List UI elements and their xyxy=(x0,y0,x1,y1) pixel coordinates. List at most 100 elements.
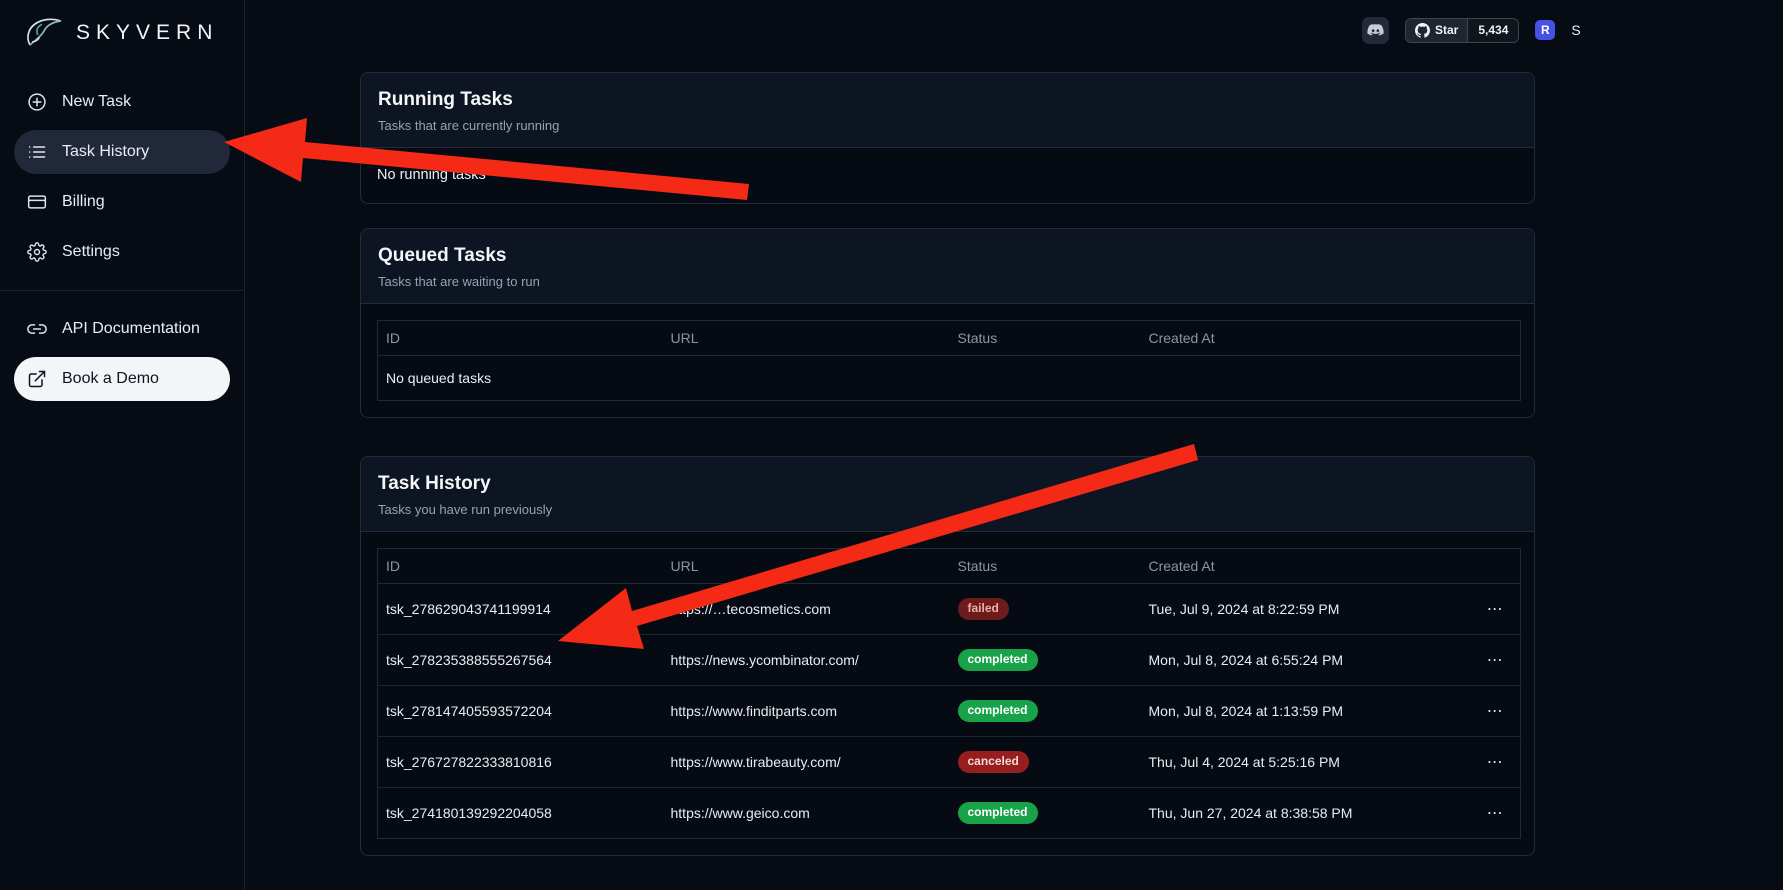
credit-card-icon xyxy=(26,191,48,213)
task-row[interactable]: tsk_278235388555267564 https://news.ycom… xyxy=(378,635,1521,686)
task-url-cell: https://www.geico.com xyxy=(663,788,950,839)
main-content: Running Tasks Tasks that are currently r… xyxy=(245,0,1783,856)
table-header-row: ID URL Status Created At xyxy=(378,321,1521,356)
sidebar-divider xyxy=(0,290,244,291)
external-link-icon xyxy=(26,368,48,390)
queued-tasks-header: Queued Tasks Tasks that are waiting to r… xyxy=(361,229,1534,304)
sidebar: SKYVERN New Task Task History Billing Se… xyxy=(0,0,245,890)
column-header-id: ID xyxy=(378,549,663,584)
sidebar-nav: New Task Task History Billing Settings xyxy=(0,80,244,401)
github-icon xyxy=(1415,23,1430,38)
task-id-cell: tsk_278147405593572204 xyxy=(378,686,663,737)
running-tasks-card: Running Tasks Tasks that are currently r… xyxy=(360,72,1535,204)
sidebar-item-label: New Task xyxy=(62,93,131,111)
queued-tasks-card: Queued Tasks Tasks that are waiting to r… xyxy=(360,228,1535,418)
status-badge: failed xyxy=(958,598,1009,620)
card-title: Task History xyxy=(378,473,1517,495)
avatar[interactable]: R xyxy=(1535,20,1555,40)
topbar: Star 5,434 R S xyxy=(1362,16,1581,44)
sidebar-item-label: Settings xyxy=(62,243,120,261)
task-created-cell: Thu, Jul 4, 2024 at 5:25:16 PM xyxy=(1141,737,1471,788)
empty-state-text: No queued tasks xyxy=(378,356,1521,401)
column-header-url: URL xyxy=(663,321,950,356)
task-created-cell: Tue, Jul 9, 2024 at 8:22:59 PM xyxy=(1141,584,1471,635)
column-header-actions xyxy=(1471,321,1521,356)
sidebar-item-api-documentation[interactable]: API Documentation xyxy=(14,307,230,351)
task-id-cell: tsk_274180139292204058 xyxy=(378,788,663,839)
row-actions-button[interactable]: ⋯ xyxy=(1471,788,1521,839)
task-created-cell: Thu, Jun 27, 2024 at 8:38:58 PM xyxy=(1141,788,1471,839)
task-url-cell: https://news.ycombinator.com/ xyxy=(663,635,950,686)
list-icon xyxy=(26,141,48,163)
task-status-cell: canceled xyxy=(950,737,1141,788)
task-row[interactable]: tsk_278147405593572204 https://www.findi… xyxy=(378,686,1521,737)
sidebar-item-task-history[interactable]: Task History xyxy=(14,130,230,174)
task-id-cell: tsk_276727822333810816 xyxy=(378,737,663,788)
task-row[interactable]: tsk_276727822333810816 https://www.tirab… xyxy=(378,737,1521,788)
column-header-id: ID xyxy=(378,321,663,356)
column-header-status: Status xyxy=(950,321,1141,356)
task-id-cell: tsk_278235388555267564 xyxy=(378,635,663,686)
column-header-url: URL xyxy=(663,549,950,584)
sidebar-item-label: Task History xyxy=(62,143,149,161)
task-status-cell: failed xyxy=(950,584,1141,635)
sidebar-item-label: API Documentation xyxy=(62,320,200,338)
task-status-cell: completed xyxy=(950,635,1141,686)
book-a-demo-button[interactable]: Book a Demo xyxy=(14,357,230,401)
row-actions-button[interactable]: ⋯ xyxy=(1471,686,1521,737)
task-url-cell: https://www.tirabeauty.com/ xyxy=(663,737,950,788)
github-star-label: Star xyxy=(1435,23,1458,37)
task-url-cell: https://www.finditparts.com xyxy=(663,686,950,737)
card-title: Running Tasks xyxy=(378,89,1517,111)
task-history-body: ID URL Status Created At tsk_27862904374… xyxy=(361,532,1534,855)
status-badge: completed xyxy=(958,700,1038,722)
user-name-partial: S xyxy=(1571,22,1580,38)
column-header-status: Status xyxy=(950,549,1141,584)
skyvern-logo-icon xyxy=(22,12,68,54)
table-header-row: ID URL Status Created At xyxy=(378,549,1521,584)
brand[interactable]: SKYVERN xyxy=(0,0,244,62)
discord-icon[interactable] xyxy=(1362,17,1389,44)
task-status-cell: completed xyxy=(950,788,1141,839)
running-tasks-body: No running tasks xyxy=(361,148,1534,203)
sidebar-item-new-task[interactable]: New Task xyxy=(14,80,230,124)
brand-name: SKYVERN xyxy=(76,21,218,45)
task-history-table: ID URL Status Created At tsk_27862904374… xyxy=(377,548,1521,839)
link-icon xyxy=(26,318,48,340)
task-url-cell: https://…tecosmetics.com xyxy=(663,584,950,635)
empty-state-text: No running tasks xyxy=(377,164,1518,187)
sidebar-item-settings[interactable]: Settings xyxy=(14,230,230,274)
gear-icon xyxy=(26,241,48,263)
running-tasks-header: Running Tasks Tasks that are currently r… xyxy=(361,73,1534,148)
row-actions-button[interactable]: ⋯ xyxy=(1471,635,1521,686)
task-history-header: Task History Tasks you have run previous… xyxy=(361,457,1534,532)
card-title: Queued Tasks xyxy=(378,245,1517,267)
task-row[interactable]: tsk_278629043741199914 https://…tecosmet… xyxy=(378,584,1521,635)
status-badge: completed xyxy=(958,649,1038,671)
sidebar-item-label: Billing xyxy=(62,193,105,211)
card-subtitle: Tasks you have run previously xyxy=(378,502,1517,517)
column-header-created: Created At xyxy=(1141,321,1471,356)
row-actions-button[interactable]: ⋯ xyxy=(1471,584,1521,635)
column-header-actions xyxy=(1471,549,1521,584)
card-subtitle: Tasks that are waiting to run xyxy=(378,274,1517,289)
task-history-card: Task History Tasks you have run previous… xyxy=(360,456,1535,856)
row-actions-button[interactable]: ⋯ xyxy=(1471,737,1521,788)
task-id-cell: tsk_278629043741199914 xyxy=(378,584,663,635)
task-status-cell: completed xyxy=(950,686,1141,737)
plus-circle-icon xyxy=(26,91,48,113)
sidebar-item-label: Book a Demo xyxy=(62,370,159,388)
status-badge: canceled xyxy=(958,751,1029,773)
github-star-button[interactable]: Star xyxy=(1406,19,1467,42)
task-created-cell: Mon, Jul 8, 2024 at 6:55:24 PM xyxy=(1141,635,1471,686)
task-row[interactable]: tsk_274180139292204058 https://www.geico… xyxy=(378,788,1521,839)
github-star-count[interactable]: 5,434 xyxy=(1467,19,1518,42)
sidebar-item-billing[interactable]: Billing xyxy=(14,180,230,224)
queued-tasks-table: ID URL Status Created At No queued tasks xyxy=(377,320,1521,401)
queued-tasks-body: ID URL Status Created At No queued tasks xyxy=(361,304,1534,417)
task-created-cell: Mon, Jul 8, 2024 at 1:13:59 PM xyxy=(1141,686,1471,737)
empty-row: No queued tasks xyxy=(378,356,1521,401)
card-subtitle: Tasks that are currently running xyxy=(378,118,1517,133)
github-star-widget[interactable]: Star 5,434 xyxy=(1405,18,1519,43)
status-badge: completed xyxy=(958,802,1038,824)
